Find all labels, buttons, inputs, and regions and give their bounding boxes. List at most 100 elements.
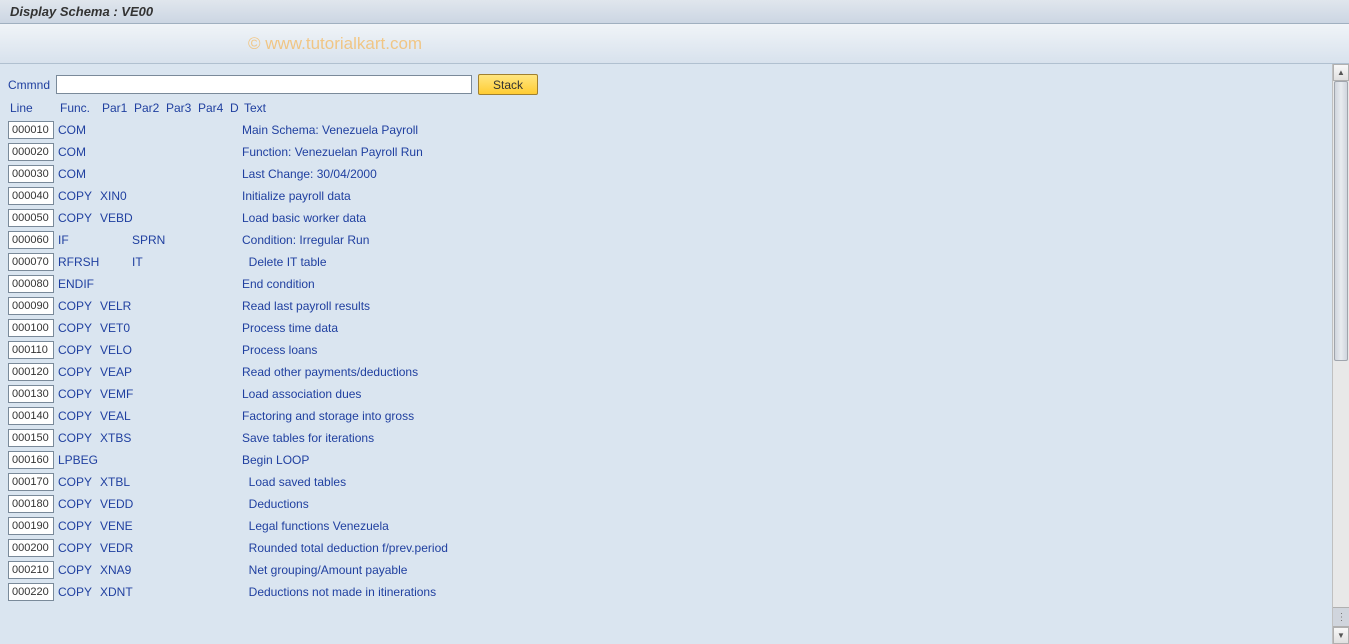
line-cell xyxy=(8,495,58,513)
line-input[interactable] xyxy=(8,561,54,579)
par1-cell: XNA9 xyxy=(100,563,132,577)
par1-cell: VEBD xyxy=(100,211,132,225)
scroll-grip-icon[interactable]: ⋮ xyxy=(1333,607,1349,627)
scroll-track[interactable] xyxy=(1333,81,1349,607)
line-input[interactable] xyxy=(8,209,54,227)
table-row: COMLast Change: 30/04/2000 xyxy=(8,163,1324,185)
vertical-scrollbar[interactable]: ▲ ⋮ ▼ xyxy=(1332,64,1349,644)
command-input[interactable] xyxy=(56,75,472,94)
line-input[interactable] xyxy=(8,275,54,293)
line-input[interactable] xyxy=(8,583,54,601)
scroll-up-arrow-icon[interactable]: ▲ xyxy=(1333,64,1349,81)
func-cell: COPY xyxy=(58,563,100,577)
par1-cell: VELR xyxy=(100,299,132,313)
par1-cell: VEMF xyxy=(100,387,132,401)
table-row: ENDIFEnd condition xyxy=(8,273,1324,295)
par1-cell: VELO xyxy=(100,343,132,357)
text-cell: Net grouping/Amount payable xyxy=(242,563,1324,577)
line-cell xyxy=(8,275,58,293)
line-input[interactable] xyxy=(8,539,54,557)
func-cell: COM xyxy=(58,123,100,137)
line-cell xyxy=(8,407,58,425)
scroll-down-arrow-icon[interactable]: ▼ xyxy=(1333,627,1349,644)
table-row: COPYVEDD Deductions xyxy=(8,493,1324,515)
func-cell: COPY xyxy=(58,299,100,313)
func-cell: COPY xyxy=(58,475,100,489)
rows-container: COMMain Schema: Venezuela PayrollCOMFunc… xyxy=(8,119,1324,603)
func-cell: COPY xyxy=(58,497,100,511)
table-row: COPYXTBSSave tables for iterations xyxy=(8,427,1324,449)
header-par3: Par3 xyxy=(166,101,198,115)
text-cell: Load association dues xyxy=(242,387,1324,401)
line-input[interactable] xyxy=(8,319,54,337)
header-d: D xyxy=(230,101,244,115)
text-cell: Read last payroll results xyxy=(242,299,1324,313)
command-row: Cmmnd Stack xyxy=(8,74,1324,95)
func-cell: RFRSH xyxy=(58,255,100,269)
line-input[interactable] xyxy=(8,429,54,447)
line-cell xyxy=(8,363,58,381)
text-cell: Initialize payroll data xyxy=(242,189,1324,203)
par1-cell: XIN0 xyxy=(100,189,132,203)
func-cell: IF xyxy=(58,233,100,247)
line-cell xyxy=(8,583,58,601)
line-cell xyxy=(8,385,58,403)
func-cell: COPY xyxy=(58,387,100,401)
func-cell: COPY xyxy=(58,585,100,599)
table-row: COPYXNA9 Net grouping/Amount payable xyxy=(8,559,1324,581)
header-line: Line xyxy=(10,101,60,115)
line-input[interactable] xyxy=(8,253,54,271)
line-input[interactable] xyxy=(8,363,54,381)
par1-cell: VEDR xyxy=(100,541,132,555)
line-input[interactable] xyxy=(8,143,54,161)
header-par4: Par4 xyxy=(198,101,230,115)
par1-cell: VEAL xyxy=(100,409,132,423)
header-par2: Par2 xyxy=(134,101,166,115)
table-row: COPYVEAL Factoring and storage into gross xyxy=(8,405,1324,427)
line-input[interactable] xyxy=(8,407,54,425)
line-input[interactable] xyxy=(8,187,54,205)
title-bar: Display Schema : VE00 xyxy=(0,0,1349,24)
line-input[interactable] xyxy=(8,297,54,315)
text-cell: Factoring and storage into gross xyxy=(242,409,1324,423)
table-row: COPYXDNT Deductions not made in itinerat… xyxy=(8,581,1324,603)
line-cell xyxy=(8,473,58,491)
line-cell xyxy=(8,297,58,315)
line-input[interactable] xyxy=(8,517,54,535)
func-cell: COPY xyxy=(58,409,100,423)
page-title: Display Schema : VE00 xyxy=(10,4,153,19)
line-cell xyxy=(8,209,58,227)
func-cell: COPY xyxy=(58,211,100,225)
text-cell: Read other payments/deductions xyxy=(242,365,1324,379)
text-cell: Delete IT table xyxy=(242,255,1324,269)
line-cell xyxy=(8,517,58,535)
line-cell xyxy=(8,187,58,205)
scroll-thumb[interactable] xyxy=(1334,81,1348,361)
func-cell: LPBEG xyxy=(58,453,100,467)
text-cell: Save tables for iterations xyxy=(242,431,1324,445)
func-cell: COPY xyxy=(58,189,100,203)
stack-button[interactable]: Stack xyxy=(478,74,538,95)
text-cell: Deductions not made in itinerations xyxy=(242,585,1324,599)
text-cell: Load basic worker data xyxy=(242,211,1324,225)
line-input[interactable] xyxy=(8,121,54,139)
line-input[interactable] xyxy=(8,231,54,249)
line-input[interactable] xyxy=(8,341,54,359)
line-input[interactable] xyxy=(8,473,54,491)
line-input[interactable] xyxy=(8,451,54,469)
line-input[interactable] xyxy=(8,165,54,183)
par1-cell: VENE xyxy=(100,519,132,533)
par1-cell: VEAP xyxy=(100,365,132,379)
table-row: COPYXIN0 Initialize payroll data xyxy=(8,185,1324,207)
line-cell xyxy=(8,165,58,183)
column-headers: Line Func. Par1 Par2 Par3 Par4 D Text xyxy=(8,101,1324,115)
line-input[interactable] xyxy=(8,495,54,513)
text-cell: Rounded total deduction f/prev.period xyxy=(242,541,1324,555)
line-cell xyxy=(8,143,58,161)
text-cell: Begin LOOP xyxy=(242,453,1324,467)
table-row: COMMain Schema: Venezuela Payroll xyxy=(8,119,1324,141)
func-cell: COPY xyxy=(58,321,100,335)
table-row: COPYVET0Process time data xyxy=(8,317,1324,339)
line-input[interactable] xyxy=(8,385,54,403)
header-func: Func. xyxy=(60,101,102,115)
